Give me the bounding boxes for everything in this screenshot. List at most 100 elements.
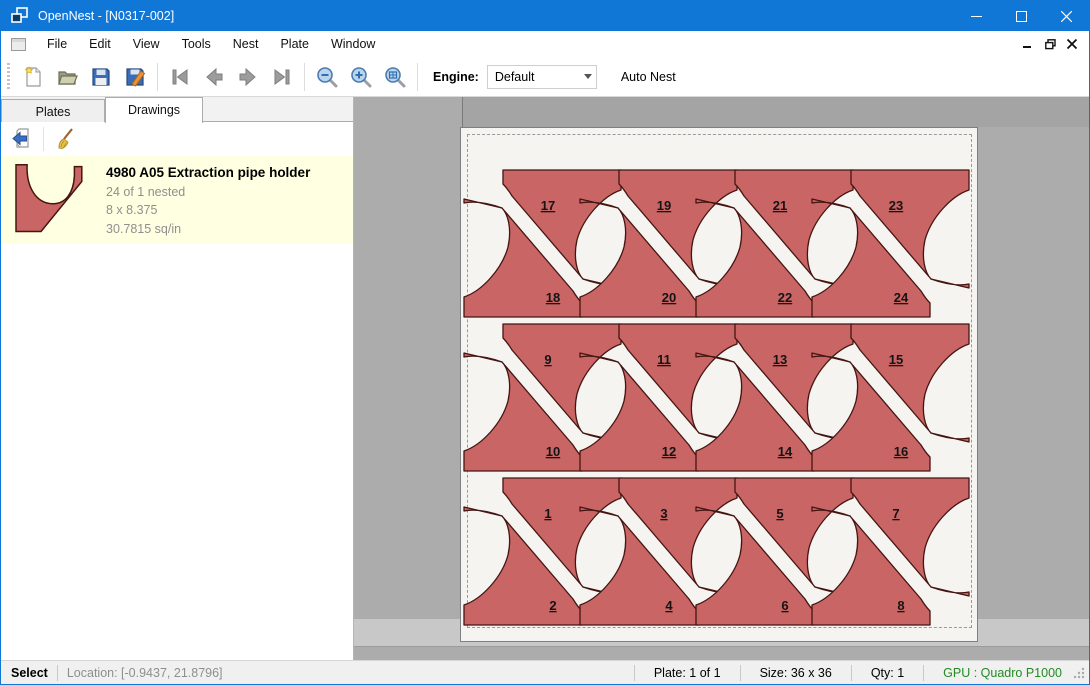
menu-nest[interactable]: Nest — [222, 32, 270, 56]
mdi-child-icon[interactable] — [11, 38, 26, 51]
status-bar: Select Location: [-0.9437, 21.8796] Plat… — [1, 660, 1089, 684]
panel-tabs: Plates Drawings — [1, 97, 353, 122]
status-separator — [851, 665, 852, 681]
part-number-label: 2 — [549, 598, 556, 613]
mdi-restore-button[interactable] — [1039, 35, 1061, 54]
status-mode: Select — [11, 666, 48, 680]
drawing-list-item[interactable]: 4980 A05 Extraction pipe holder 24 of 1 … — [1, 156, 353, 244]
part-number-label: 10 — [546, 444, 560, 459]
menu-edit[interactable]: Edit — [78, 32, 122, 56]
part-number-label: 6 — [781, 598, 788, 613]
status-location: Location: [-0.9437, 21.8796] — [67, 666, 223, 680]
save-edit-icon — [123, 65, 147, 89]
part-number-label: 7 — [892, 506, 899, 521]
toolbar-grip[interactable] — [7, 63, 10, 91]
zoom-fit-button[interactable] — [378, 61, 412, 93]
auto-nest-button[interactable]: Auto Nest — [613, 65, 684, 89]
zoom-out-icon — [315, 65, 339, 89]
status-size: Size: 36 x 36 — [750, 666, 842, 680]
title-bar: OpenNest - [N0317-002] — [1, 1, 1089, 31]
import-drawing-button[interactable] — [8, 125, 36, 153]
tab-drawings[interactable]: Drawings — [105, 97, 203, 123]
drawing-area: 30.7815 sq/in — [106, 222, 310, 236]
first-plate-button[interactable] — [163, 61, 197, 93]
part-number-label: 1 — [544, 506, 551, 521]
engine-select[interactable]: Default — [487, 65, 597, 89]
part-number-label: 15 — [889, 352, 903, 367]
last-plate-button[interactable] — [265, 61, 299, 93]
import-drawing-icon — [10, 127, 34, 151]
resize-grip[interactable] — [1072, 666, 1086, 680]
mdi-minimize-button[interactable] — [1017, 35, 1039, 54]
previous-arrow-icon — [202, 65, 226, 89]
last-arrow-icon — [270, 65, 294, 89]
app-window: OpenNest - [N0317-002] File Edit View To… — [0, 0, 1090, 685]
zoom-out-button[interactable] — [310, 61, 344, 93]
drawing-title: 4980 A05 Extraction pipe holder — [106, 165, 310, 180]
main-toolbar: Engine: Default Auto Nest — [1, 57, 1089, 97]
mdi-close-button[interactable] — [1061, 35, 1083, 54]
engine-label: Engine: — [433, 70, 479, 84]
previous-plate-button[interactable] — [197, 61, 231, 93]
chevron-down-icon — [584, 74, 592, 79]
left-panel: Plates Drawings — [1, 97, 354, 660]
part-number-label: 23 — [889, 198, 903, 213]
canvas-top-strip — [462, 97, 1089, 127]
part-number-label: 14 — [778, 444, 793, 459]
part-number-label: 16 — [894, 444, 908, 459]
part-number-label: 12 — [662, 444, 676, 459]
menu-file[interactable]: File — [36, 32, 78, 56]
status-qty: Qty: 1 — [861, 666, 914, 680]
menu-plate[interactable]: Plate — [269, 32, 320, 56]
next-plate-button[interactable] — [231, 61, 265, 93]
open-button[interactable] — [50, 61, 84, 93]
open-folder-icon — [55, 65, 79, 89]
save-icon — [89, 65, 113, 89]
new-button[interactable] — [16, 61, 50, 93]
plate-document: 171819202122232491011121314151612345678 — [460, 127, 978, 642]
part-number-label: 3 — [660, 506, 667, 521]
toolbar-separator — [157, 63, 158, 91]
save-button[interactable] — [84, 61, 118, 93]
drawing-size: 8 x 8.375 — [106, 203, 310, 217]
new-document-icon — [21, 65, 45, 89]
clear-drawings-button[interactable] — [51, 125, 79, 153]
engine-selected-value: Default — [495, 70, 535, 84]
maximize-button[interactable] — [999, 1, 1044, 31]
zoom-in-button[interactable] — [344, 61, 378, 93]
part-number-label: 19 — [657, 198, 671, 213]
zoom-fit-icon — [383, 65, 407, 89]
zoom-in-icon — [349, 65, 373, 89]
toolbar-separator — [304, 63, 305, 91]
panel-toolbar-separator — [43, 127, 44, 151]
part-number-label: 20 — [662, 290, 676, 305]
save-edit-button[interactable] — [118, 61, 152, 93]
nested-parts-layout: 171819202122232491011121314151612345678 — [461, 128, 979, 643]
nest-canvas[interactable]: 171819202122232491011121314151612345678 — [354, 97, 1089, 660]
tab-plates[interactable]: Plates — [1, 99, 105, 122]
part-number-label: 21 — [773, 198, 787, 213]
broom-icon — [53, 127, 77, 151]
part-number-label: 24 — [894, 290, 909, 305]
menu-tools[interactable]: Tools — [171, 32, 222, 56]
status-gpu: GPU : Quadro P1000 — [933, 666, 1072, 680]
part-number-label: 17 — [541, 198, 555, 213]
menu-view[interactable]: View — [122, 32, 171, 56]
status-plate: Plate: 1 of 1 — [644, 666, 731, 680]
part-number-label: 5 — [776, 506, 783, 521]
first-arrow-icon — [168, 65, 192, 89]
status-separator — [923, 665, 924, 681]
status-separator — [57, 665, 58, 681]
status-separator — [740, 665, 741, 681]
window-title: OpenNest - [N0317-002] — [38, 9, 174, 23]
menu-bar: File Edit View Tools Nest Plate Window — [1, 31, 1089, 57]
part-number-label: 4 — [665, 598, 673, 613]
part-number-label: 9 — [544, 352, 551, 367]
close-button[interactable] — [1044, 1, 1089, 31]
next-arrow-icon — [236, 65, 260, 89]
part-number-label: 11 — [657, 352, 671, 367]
minimize-button[interactable] — [954, 1, 999, 31]
part-number-label: 18 — [546, 290, 560, 305]
menu-window[interactable]: Window — [320, 32, 386, 56]
part-number-label: 22 — [778, 290, 792, 305]
